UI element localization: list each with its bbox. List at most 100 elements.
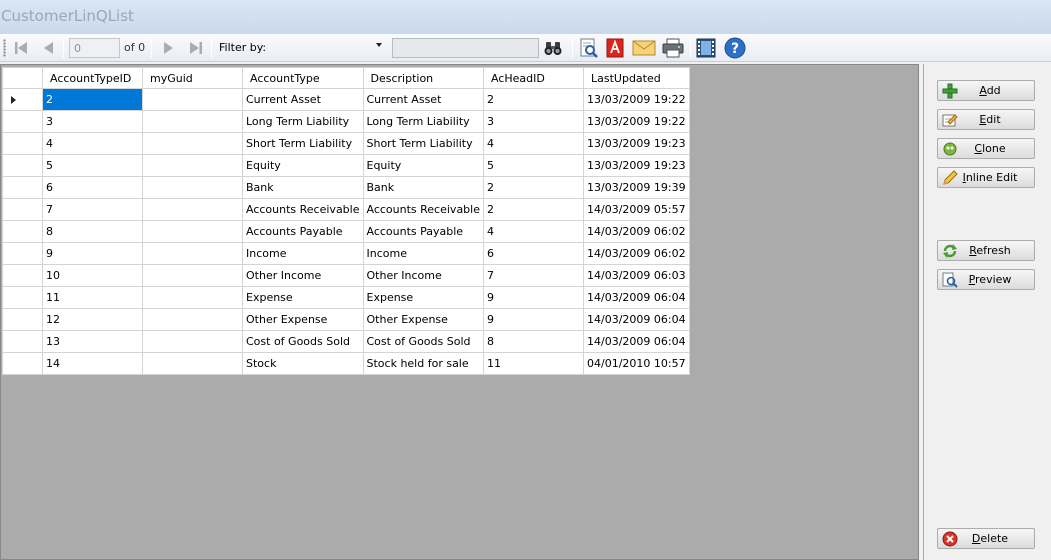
table-cell[interactable]: 7	[42, 198, 143, 221]
table-cell[interactable]: 3	[483, 110, 584, 133]
table-cell[interactable]: 11	[42, 286, 143, 309]
table-cell[interactable]: Cost of Goods Sold	[242, 330, 364, 353]
table-cell[interactable]	[142, 352, 243, 375]
move-next-button[interactable]	[157, 37, 179, 59]
edit-button[interactable]: Edit	[937, 109, 1035, 130]
table-cell[interactable]: 14/03/2009 06:03	[583, 264, 690, 287]
table-row[interactable]: 12 Other Expense Other Expense 9 14/03/2009 …	[2, 308, 690, 331]
table-cell[interactable]: 9	[42, 242, 143, 265]
table-cell[interactable]: 13/03/2009 19:22	[583, 110, 690, 133]
table-cell[interactable]: 14/03/2009 05:57	[583, 198, 690, 221]
table-cell[interactable]: 13/03/2009 19:23	[583, 154, 690, 177]
table-row[interactable]: 9 Income Income 6 14/03/2009 06:02	[2, 242, 690, 265]
table-cell[interactable]: 14	[42, 352, 143, 375]
search-document-button[interactable]	[577, 37, 601, 59]
filter-field-select[interactable]	[268, 40, 384, 57]
table-cell[interactable]: Other Income	[242, 264, 364, 287]
table-cell[interactable]: 14/03/2009 06:02	[583, 220, 690, 243]
table-cell[interactable]: Expense	[362, 286, 484, 309]
table-cell[interactable]: 3	[42, 110, 143, 133]
table-cell[interactable]: Accounts Receivable	[242, 198, 364, 221]
row-header[interactable]	[2, 264, 43, 287]
table-cell[interactable]: 8	[42, 220, 143, 243]
table-cell[interactable]: Bank	[242, 176, 364, 199]
row-header[interactable]	[2, 352, 43, 375]
table-cell[interactable]: 4	[483, 220, 584, 243]
table-cell[interactable]: Income	[362, 242, 484, 265]
table-cell[interactable]: Other Expense	[242, 308, 364, 331]
table-cell[interactable]: 14/03/2009 06:04	[583, 330, 690, 353]
table-cell[interactable]: 2	[483, 198, 584, 221]
column-header[interactable]: LastUpdated	[583, 67, 690, 89]
table-cell[interactable]: 6	[483, 242, 584, 265]
position-input[interactable]: 0	[69, 38, 120, 58]
table-cell[interactable]: Short Term Liability	[362, 132, 484, 155]
table-cell[interactable]: Current Asset	[242, 88, 364, 111]
table-cell[interactable]	[142, 110, 243, 133]
table-cell[interactable]: 11	[483, 352, 584, 375]
table-cell[interactable]: Long Term Liability	[362, 110, 484, 133]
toolbar-grip[interactable]	[3, 39, 6, 57]
table-cell[interactable]: 04/01/2010 10:57	[583, 352, 690, 375]
find-button[interactable]	[541, 37, 565, 59]
table-cell[interactable]: 14/03/2009 06:04	[583, 286, 690, 309]
move-first-button[interactable]	[10, 37, 32, 59]
table-cell[interactable]: 4	[42, 132, 143, 155]
table-cell[interactable]: 14/03/2009 06:02	[583, 242, 690, 265]
row-header[interactable]	[2, 286, 43, 309]
table-cell[interactable]: 8	[483, 330, 584, 353]
table-cell[interactable]: Long Term Liability	[242, 110, 364, 133]
table-cell[interactable]	[142, 286, 243, 309]
table-cell[interactable]: 2	[483, 176, 584, 199]
export-pdf-button[interactable]	[603, 37, 627, 59]
table-cell[interactable]	[142, 330, 243, 353]
table-row[interactable]: 6 Bank Bank 2 13/03/2009 19:39	[2, 176, 690, 199]
table-cell[interactable]	[142, 308, 243, 331]
table-cell[interactable]: 6	[42, 176, 143, 199]
table-row[interactable]: 8 Accounts Payable Accounts Payable 4 14/03/…	[2, 220, 690, 243]
table-cell[interactable]: 13/03/2009 19:23	[583, 132, 690, 155]
row-header[interactable]	[2, 132, 43, 155]
clone-button[interactable]: Clone	[937, 138, 1035, 159]
table-cell[interactable]: Bank	[362, 176, 484, 199]
preview-button[interactable]: Preview	[937, 269, 1035, 290]
table-row[interactable]: 3 Long Term Liability Long Term Liability 3…	[2, 110, 690, 133]
table-row[interactable]: 10 Other Income Other Income 7 14/03/2009 06…	[2, 264, 690, 287]
table-row[interactable]: 14 Stock Stock held for sale 11 04/01/2010 1…	[2, 352, 690, 375]
table-cell[interactable]: 14/03/2009 06:04	[583, 308, 690, 331]
table-row[interactable]: 5 Equity Equity 5 13/03/2009 19:23	[2, 154, 690, 177]
table-cell[interactable]: Other Expense	[362, 308, 484, 331]
row-header[interactable]	[2, 330, 43, 353]
table-cell[interactable]: Accounts Payable	[242, 220, 364, 243]
table-cell[interactable]: Accounts Receivable	[362, 198, 484, 221]
table-cell[interactable]: Cost of Goods Sold	[362, 330, 484, 353]
row-header[interactable]	[2, 198, 43, 221]
add-button[interactable]: Add	[937, 80, 1035, 101]
video-button[interactable]	[694, 37, 718, 59]
table-cell[interactable]: Short Term Liability	[242, 132, 364, 155]
table-cell[interactable]: Other Income	[362, 264, 484, 287]
email-button[interactable]	[631, 37, 657, 59]
table-row[interactable]: 7 Accounts Receivable Accounts Receivable 2…	[2, 198, 690, 221]
data-grid[interactable]: AccountTypeID myGuid AccountType Descrip…	[2, 67, 690, 375]
row-header[interactable]	[2, 308, 43, 331]
table-cell[interactable]: Income	[242, 242, 364, 265]
move-previous-button[interactable]	[38, 37, 60, 59]
data-grid-area[interactable]: AccountTypeID myGuid AccountType Descrip…	[0, 64, 919, 560]
table-cell[interactable]: 10	[42, 264, 143, 287]
row-header[interactable]	[2, 176, 43, 199]
row-header[interactable]	[2, 110, 43, 133]
table-cell[interactable]: Stock	[242, 352, 364, 375]
column-header[interactable]: AcHeadID	[483, 67, 584, 89]
table-row[interactable]: 13 Cost of Goods Sold Cost of Goods Sold 8 1…	[2, 330, 690, 353]
table-row[interactable]: 2 Current Asset Current Asset 2 13/03/2009 1…	[2, 88, 690, 111]
table-cell[interactable]	[142, 154, 243, 177]
table-cell[interactable]: 9	[483, 308, 584, 331]
table-cell[interactable]: 13/03/2009 19:39	[583, 176, 690, 199]
table-cell[interactable]	[142, 198, 243, 221]
table-cell[interactable]	[142, 176, 243, 199]
table-cell[interactable]: 13	[42, 330, 143, 353]
table-cell[interactable]	[142, 264, 243, 287]
table-cell[interactable]	[142, 242, 243, 265]
table-cell[interactable]: Current Asset	[362, 88, 484, 111]
